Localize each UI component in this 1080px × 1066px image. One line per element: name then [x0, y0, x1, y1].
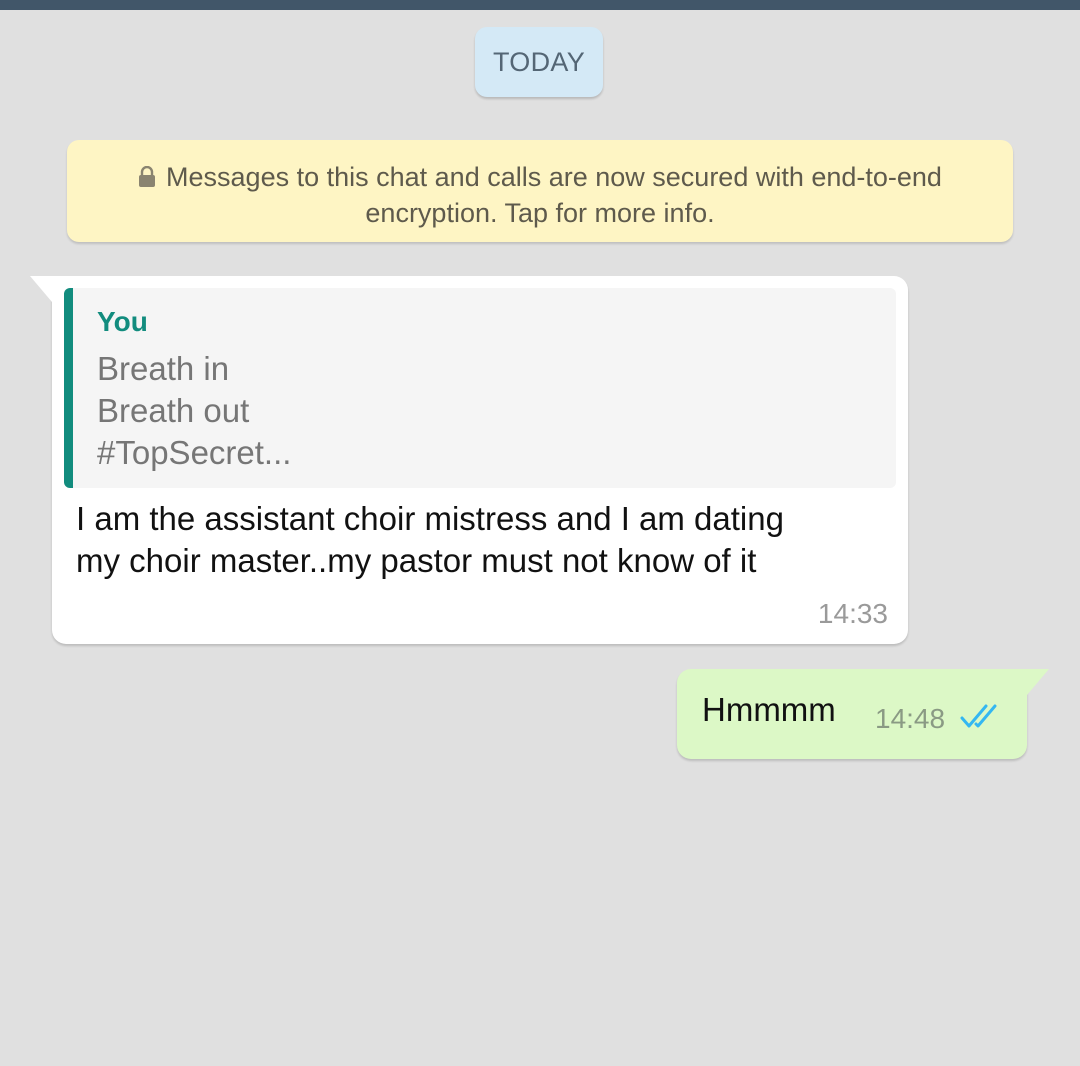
top-app-bar: [0, 0, 1080, 10]
date-divider: TODAY: [475, 27, 603, 97]
quoted-reply-line: #TopSecret...: [97, 434, 292, 471]
message-line: I am the assistant choir mistress and I …: [76, 500, 784, 537]
bubble-tail: [1027, 669, 1049, 695]
quoted-reply-author: You: [97, 306, 148, 337]
lock-icon: [138, 162, 156, 196]
quoted-reply-line: Breath out: [97, 392, 250, 429]
date-divider-label: TODAY: [492, 46, 586, 77]
outgoing-message-bubble[interactable]: Hmmmm 14:48: [677, 669, 1049, 759]
outgoing-message-text: Hmmmm: [702, 691, 836, 728]
encryption-notice-line1: Messages to this chat and calls are now …: [166, 162, 942, 192]
message-line: my choir master..my pastor must not know…: [76, 542, 757, 579]
outgoing-message-time: 14:48: [875, 703, 946, 734]
incoming-message-bubble[interactable]: You Breath in Breath out #TopSecret... I…: [30, 276, 908, 644]
encryption-notice[interactable]: Messages to this chat and calls are now …: [67, 140, 1013, 242]
incoming-message-text: I am the assistant choir mistress and I …: [76, 498, 876, 582]
quoted-reply[interactable]: You Breath in Breath out #TopSecret...: [64, 288, 896, 488]
quoted-reply-text: Breath in Breath out #TopSecret...: [97, 348, 291, 474]
incoming-message-time: 14:33: [817, 598, 888, 629]
encryption-notice-line2: encryption. Tap for more info.: [365, 198, 715, 228]
quoted-reply-line: Breath in: [97, 350, 230, 387]
bubble-tail: [30, 276, 52, 302]
double-check-icon: [960, 702, 1006, 735]
